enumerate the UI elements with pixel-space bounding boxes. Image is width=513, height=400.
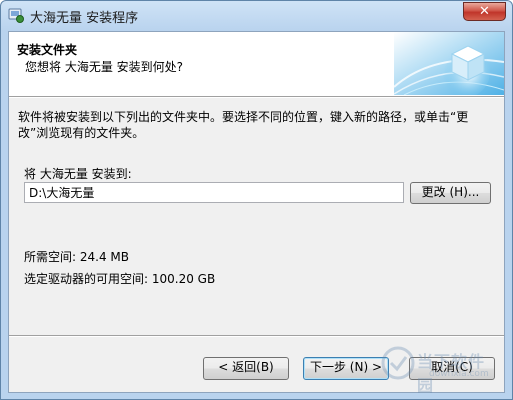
close-button[interactable]: ✕	[463, 2, 506, 21]
page-subtitle: 您想将 大海无量 安装到何处?	[25, 60, 183, 74]
back-button[interactable]: < 返回(B)	[203, 357, 289, 380]
header-separator	[9, 97, 504, 98]
next-button[interactable]: 下一步 (N) >	[303, 357, 389, 380]
footer-separator	[9, 335, 504, 337]
page-title: 安装文件夹	[17, 43, 78, 57]
cancel-button[interactable]: 取消(C)	[409, 357, 495, 380]
space-available-text: 选定驱动器的可用空间: 100.20 GB	[24, 272, 216, 286]
title-bar[interactable]: 大海无量 安装程序 ✕	[1, 1, 512, 31]
window-title: 大海无量 安装程序	[30, 11, 139, 26]
wizard-header: 安装文件夹 您想将 大海无量 安装到何处?	[9, 32, 504, 97]
install-path-input[interactable]	[24, 182, 404, 203]
space-required-text: 所需空间: 24.4 MB	[24, 250, 129, 264]
install-location-label: 将 大海无量 安装到:	[24, 167, 132, 181]
change-button[interactable]: 更改 (H)...	[410, 182, 491, 204]
dialog-client-area: 安装文件夹 您想将 大海无量 安装到何处? 软件将被安装到以下列出的文件夹中。要…	[8, 31, 505, 395]
description-text: 软件将被安装到以下列出的文件夹中。要选择不同的位置，键入新的路径，或单击“更改”…	[18, 110, 469, 140]
installer-window: 大海无量 安装程序 ✕ 安装文件夹 您想将 大海无量 安装到何处? 软件将被安装…	[0, 0, 513, 400]
setup-app-icon	[8, 8, 24, 23]
globe-cube-graphic	[394, 32, 504, 95]
close-icon: ✕	[479, 4, 490, 19]
